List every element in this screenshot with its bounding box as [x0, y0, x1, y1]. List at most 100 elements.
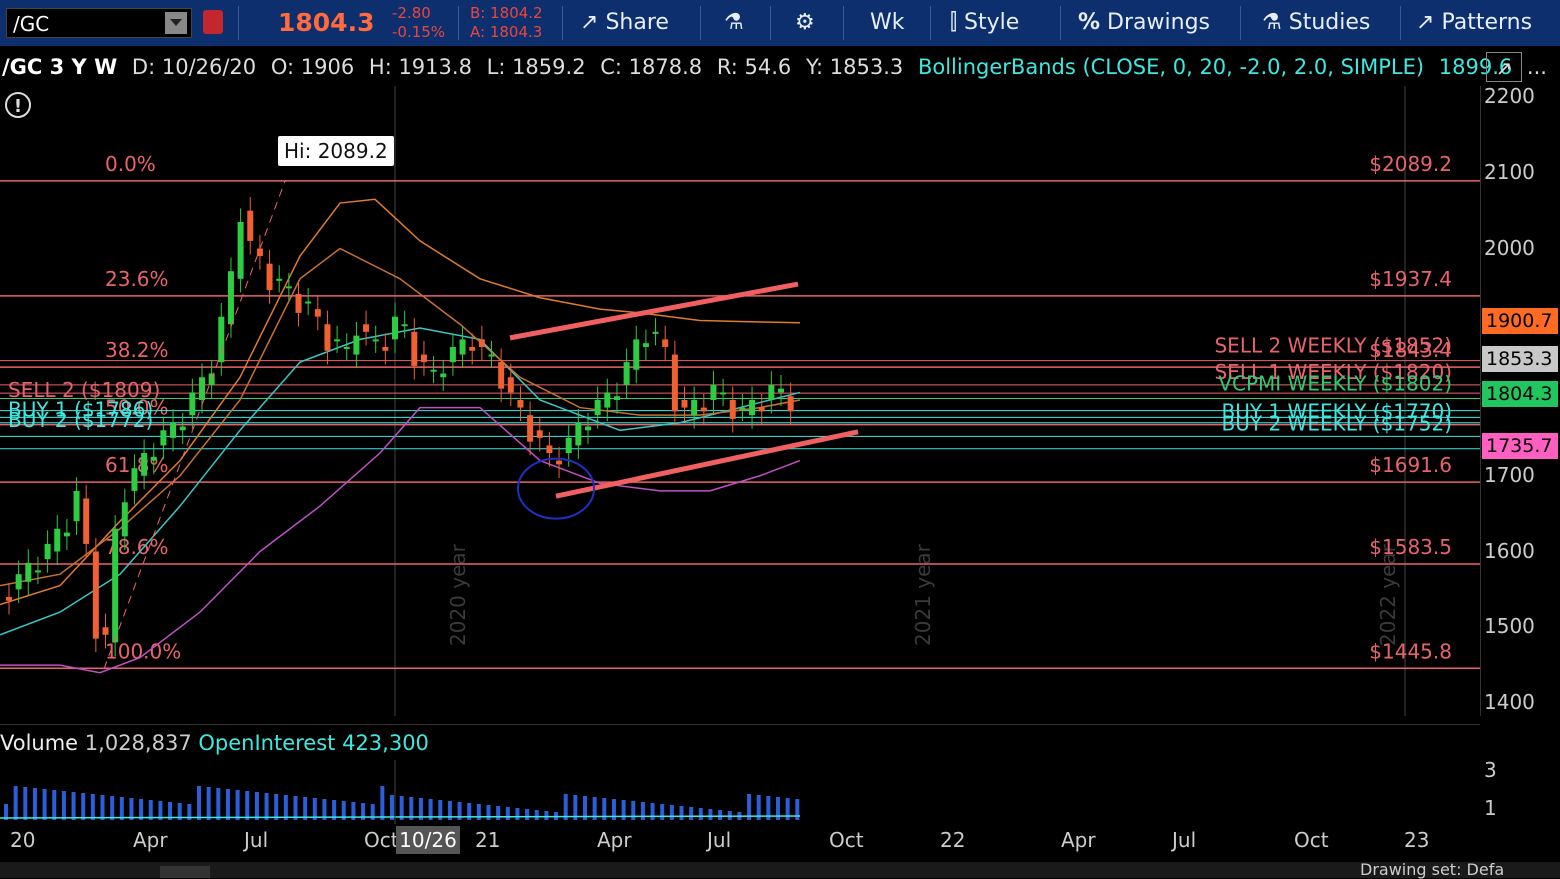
- candle-body: [430, 369, 437, 372]
- candle-body: [478, 339, 485, 347]
- style-label: Style: [964, 10, 1020, 35]
- divider: [700, 6, 701, 40]
- candle-body: [585, 426, 591, 431]
- candle-body: [594, 400, 601, 416]
- volume-bar: [380, 786, 385, 820]
- drawings-button[interactable]: % Drawings: [1078, 0, 1210, 46]
- volume-bar: [61, 791, 66, 820]
- sell2-weekly-label: SELL 2 WEEKLY ($1852): [1214, 334, 1452, 358]
- volume-bar: [650, 803, 655, 820]
- time-axis-tick: 20: [10, 828, 36, 852]
- oi-value: 423,300: [342, 731, 429, 755]
- candle-body: [527, 415, 534, 442]
- volume-bar: [486, 805, 491, 820]
- volume-bar: [13, 786, 18, 820]
- candle-body: [613, 396, 620, 400]
- candle-body: [363, 324, 370, 332]
- candle-body: [353, 335, 360, 355]
- volume-bar: [264, 793, 269, 820]
- volume-bar: [698, 808, 703, 820]
- candle-body: [34, 570, 41, 573]
- candle-body: [411, 331, 418, 366]
- share-button[interactable]: ↗ Share: [580, 0, 669, 46]
- gear-icon[interactable]: ⚙: [795, 0, 815, 46]
- price-axis-tick: 2000: [1484, 235, 1535, 260]
- candle-body: [691, 400, 698, 416]
- style-button[interactable]: ⫿ Style: [950, 0, 1019, 46]
- candle-body: [15, 574, 22, 590]
- candle-body: [295, 293, 302, 313]
- divider: [1060, 6, 1061, 40]
- expand-icon[interactable]: ↗: [1486, 52, 1522, 82]
- candle-body: [720, 392, 727, 395]
- vcpmi-weekly-label: VCPMI WEEKLY ($1802): [1218, 371, 1452, 395]
- studies-button[interactable]: ⚗ Studies: [1262, 0, 1370, 46]
- candle-body: [459, 339, 466, 355]
- time-axis-tick: Apr: [1061, 828, 1096, 852]
- volume-bar: [660, 804, 665, 820]
- high-label: Hi: 2089.2: [278, 136, 394, 166]
- symbol-dropdown-icon[interactable]: [165, 12, 187, 34]
- bid: B: 1804.2: [470, 4, 543, 22]
- divider: [1400, 6, 1401, 40]
- symbol-input[interactable]: /GC: [6, 8, 192, 38]
- pane-divider[interactable]: [0, 724, 1480, 725]
- price-axis-tick: 1700: [1484, 462, 1535, 487]
- volume-bar: [206, 787, 211, 820]
- bottom-bar: Drawing set: Defa: [0, 860, 1560, 879]
- flask-icon[interactable]: ⚗: [724, 0, 744, 46]
- candle-body: [507, 377, 514, 393]
- period-button[interactable]: Wk: [870, 0, 905, 46]
- candle-body: [642, 343, 649, 347]
- volume-bar: [534, 810, 539, 820]
- volume-axis-3: 3: [1484, 758, 1497, 782]
- volume-bar: [274, 794, 279, 820]
- time-axis-tick: Apr: [597, 828, 632, 852]
- volume-bar: [679, 806, 684, 820]
- candle-body: [758, 407, 765, 412]
- study-label[interactable]: BollingerBands (CLOSE, 0, 20, -2.0, 2.0,…: [918, 55, 1424, 79]
- candle-body: [121, 502, 128, 537]
- fib-price-label: $2089.2: [1369, 152, 1452, 176]
- candle-body: [440, 373, 447, 378]
- volume-bar: [640, 802, 645, 820]
- divider: [843, 6, 844, 40]
- alert-flag-icon[interactable]: [203, 10, 223, 34]
- drawing-set-label[interactable]: Drawing set: Defa: [1360, 860, 1504, 879]
- volume-bar: [216, 788, 221, 820]
- volume-bar: [525, 809, 530, 820]
- info-y: Y: 1853.3: [806, 55, 904, 79]
- price-axis-tick: 1500: [1484, 614, 1535, 639]
- candle-body: [83, 498, 90, 544]
- candle-body: [343, 346, 350, 349]
- volume-bar: [23, 787, 28, 820]
- candle-body: [633, 339, 640, 370]
- candle-body: [710, 384, 717, 400]
- change-pct: -0.15%: [392, 23, 446, 41]
- price-chart[interactable]: 2020 year 2021 year 2022 year 0.0% $2089.22…: [0, 86, 1480, 716]
- fib-price-label: $1445.8: [1369, 639, 1452, 663]
- volume-value: 1,028,837: [84, 731, 192, 755]
- candle-body: [179, 426, 186, 431]
- time-axis-tick: Jul: [1172, 828, 1197, 852]
- patterns-button[interactable]: ↗ Patterns: [1416, 0, 1532, 46]
- volume-bar: [42, 789, 47, 820]
- volume-bar: [71, 792, 76, 820]
- price-axis-tick: 2200: [1484, 84, 1535, 108]
- patterns-label: Patterns: [1441, 10, 1533, 35]
- volume-bar: [139, 799, 144, 820]
- scroll-thumb[interactable]: [160, 866, 210, 878]
- volume-bar: [32, 788, 37, 820]
- candle-body: [150, 456, 157, 461]
- price-tag: 1804.3: [1482, 381, 1558, 407]
- candle-body: [382, 346, 389, 351]
- price-change: -2.80 -0.15%: [392, 4, 445, 42]
- candle-body: [662, 339, 669, 347]
- volume-bar: [515, 808, 520, 820]
- share-icon: ↗: [580, 10, 599, 35]
- volume-bar: [689, 807, 694, 820]
- candle-body: [25, 562, 32, 582]
- more-menu[interactable]: ...: [1527, 55, 1547, 79]
- chart-symbol: /GC 3 Y W: [2, 55, 118, 79]
- candle-body: [54, 528, 61, 552]
